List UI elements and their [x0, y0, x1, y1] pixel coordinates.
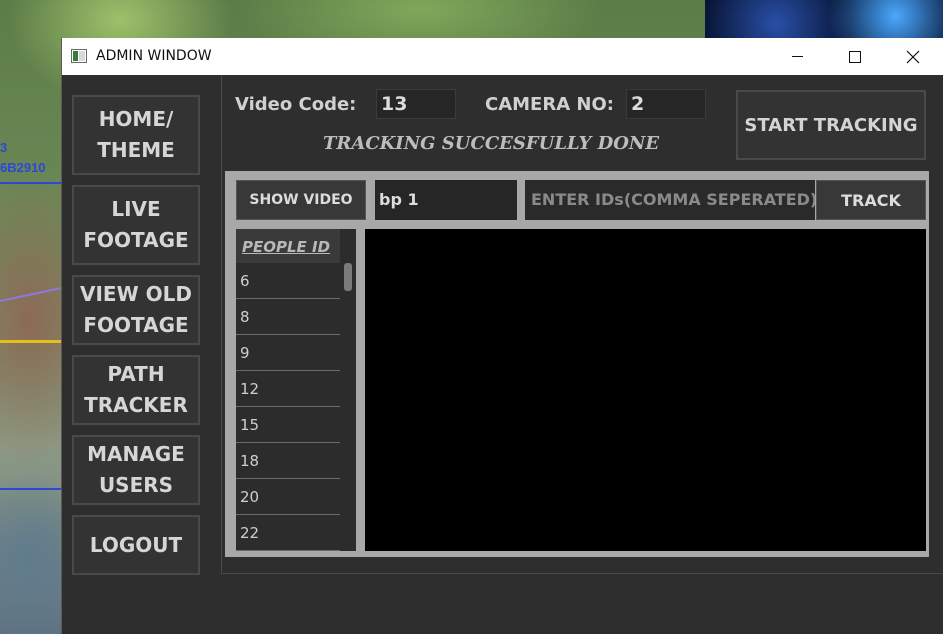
bg-overlay-line — [0, 340, 62, 343]
desktop-background-space — [705, 0, 943, 40]
nav-path-tracker-button[interactable]: PATH TRACKER — [72, 355, 200, 425]
track-button[interactable]: TRACK — [816, 180, 926, 220]
camera-no-field[interactable]: 2 — [626, 89, 706, 119]
ids-input[interactable]: ENTER IDs(COMMA SEPERATED) — [525, 180, 815, 220]
bg-overlay-line — [0, 182, 62, 184]
app-icon — [71, 49, 87, 63]
people-id-row[interactable]: 8 — [236, 299, 340, 335]
video-code-field[interactable]: 13 — [376, 89, 456, 119]
nav-live-footage-button[interactable]: LIVE FOOTAGE — [72, 185, 200, 265]
people-id-row[interactable]: 15 — [236, 407, 340, 443]
nav-logout-button[interactable]: LOGOUT — [72, 515, 200, 575]
people-id-row[interactable]: 12 — [236, 371, 340, 407]
video-name-input[interactable]: bp 1 — [375, 180, 517, 220]
admin-window: ADMIN WINDOW HOME/ THEME LIVE FOOTAGE VI… — [61, 38, 943, 634]
window-title: ADMIN WINDOW — [96, 48, 212, 64]
maximize-button[interactable] — [826, 38, 884, 75]
video-display — [365, 229, 926, 551]
camera-no-label: CAMERA NO: — [485, 94, 614, 115]
people-id-list[interactable]: PEOPLE ID 6 8 9 12 15 18 20 22 — [236, 229, 356, 551]
start-tracking-button[interactable]: START TRACKING — [736, 90, 926, 160]
show-video-button[interactable]: SHOW VIDEO — [236, 180, 366, 220]
close-icon — [906, 50, 920, 63]
title-bar[interactable]: ADMIN WINDOW — [62, 38, 943, 75]
bg-overlay-text: 3 — [0, 140, 8, 155]
close-button[interactable] — [884, 38, 942, 75]
people-id-row[interactable]: 6 — [236, 263, 340, 299]
people-id-row[interactable]: 18 — [236, 443, 340, 479]
nav-manage-users-button[interactable]: MANAGE USERS — [72, 435, 200, 505]
bg-overlay-line — [0, 488, 62, 490]
people-id-row[interactable]: 9 — [236, 335, 340, 371]
status-text: TRACKING SUCCESFULLY DONE — [323, 133, 660, 154]
nav-home-theme-button[interactable]: HOME/ THEME — [72, 95, 200, 175]
video-code-label: Video Code: — [235, 94, 357, 115]
people-id-header[interactable]: PEOPLE ID — [236, 229, 340, 263]
maximize-icon — [849, 50, 861, 63]
tracking-work-area: SHOW VIDEO bp 1 ENTER IDs(COMMA SEPERATE… — [225, 171, 929, 557]
people-id-row[interactable]: 20 — [236, 479, 340, 515]
window-client: HOME/ THEME LIVE FOOTAGE VIEW OLD FOOTAG… — [62, 75, 943, 634]
people-list-scroll-thumb[interactable] — [344, 263, 352, 291]
bg-overlay-text: 6B2910 — [0, 160, 46, 175]
minimize-button[interactable] — [768, 38, 826, 75]
minimize-icon — [791, 56, 803, 57]
nav-view-old-footage-button[interactable]: VIEW OLD FOOTAGE — [72, 275, 200, 345]
people-id-row[interactable]: 22 — [236, 515, 340, 551]
people-id-rows: 6 8 9 12 15 18 20 22 — [236, 263, 340, 551]
